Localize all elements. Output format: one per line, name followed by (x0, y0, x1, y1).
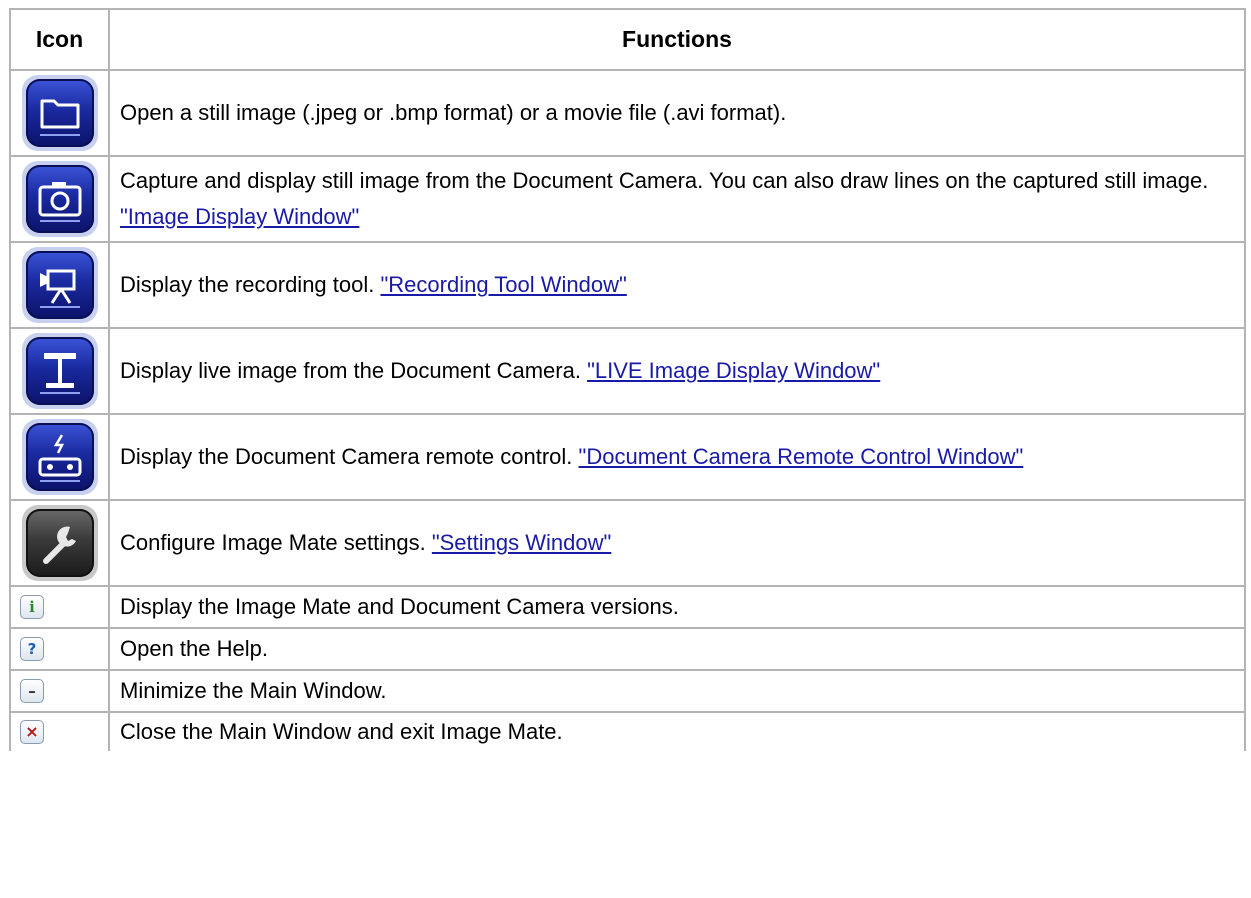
row-description: Open the Help. (120, 636, 268, 661)
folder-icon (21, 75, 98, 151)
row-description: Close the Main Window and exit Image Mat… (120, 719, 563, 744)
live-image-display-window-link[interactable]: "LIVE Image Display Window" (587, 358, 880, 383)
document-camera-icon (21, 333, 98, 409)
camera-icon (21, 161, 98, 237)
remote-control-icon (21, 419, 98, 495)
document-camera-remote-control-window-link[interactable]: "Document Camera Remote Control Window" (579, 444, 1024, 469)
table-row: ? Open the Help. (9, 627, 1246, 671)
table-row: Display live image from the Document Cam… (9, 327, 1246, 415)
table-row: i Display the Image Mate and Document Ca… (9, 585, 1246, 629)
row-description: Display the Image Mate and Document Came… (120, 594, 679, 619)
table-header-row: Icon Functions (9, 8, 1246, 71)
table-row: Open a still image (.jpeg or .bmp format… (9, 69, 1246, 157)
wrench-icon (21, 505, 98, 581)
row-description: Minimize the Main Window. (120, 678, 387, 703)
close-icon: × (20, 720, 44, 744)
help-icon: ? (20, 637, 44, 661)
table-row: Capture and display still image from the… (9, 155, 1246, 243)
recorder-icon (21, 247, 98, 323)
icon-column-header: Icon (9, 8, 110, 71)
table-row: × Close the Main Window and exit Image M… (9, 711, 1246, 751)
table-row: Configure Image Mate settings. "Settings… (9, 499, 1246, 587)
row-description: Display the Document Camera remote contr… (120, 444, 579, 469)
image-display-window-link[interactable]: "Image Display Window" (120, 204, 359, 229)
info-icon: i (20, 595, 44, 619)
row-description: Display live image from the Document Cam… (120, 358, 588, 383)
row-description: Open a still image (.jpeg or .bmp format… (120, 100, 787, 125)
table-row: Display the recording tool. "Recording T… (9, 241, 1246, 329)
recording-tool-window-link[interactable]: "Recording Tool Window" (380, 272, 626, 297)
row-description: Configure Image Mate settings. (120, 530, 432, 555)
table-row: Display the Document Camera remote contr… (9, 413, 1246, 501)
minimize-icon: – (20, 679, 44, 703)
row-description: Capture and display still image from the… (120, 168, 1209, 193)
table-row: – Minimize the Main Window. (9, 669, 1246, 713)
functions-table: Icon Functions Open a still image (.jpeg… (9, 8, 1246, 751)
functions-column-header: Functions (108, 8, 1246, 71)
settings-window-link[interactable]: "Settings Window" (432, 530, 611, 555)
row-description: Display the recording tool. (120, 272, 381, 297)
